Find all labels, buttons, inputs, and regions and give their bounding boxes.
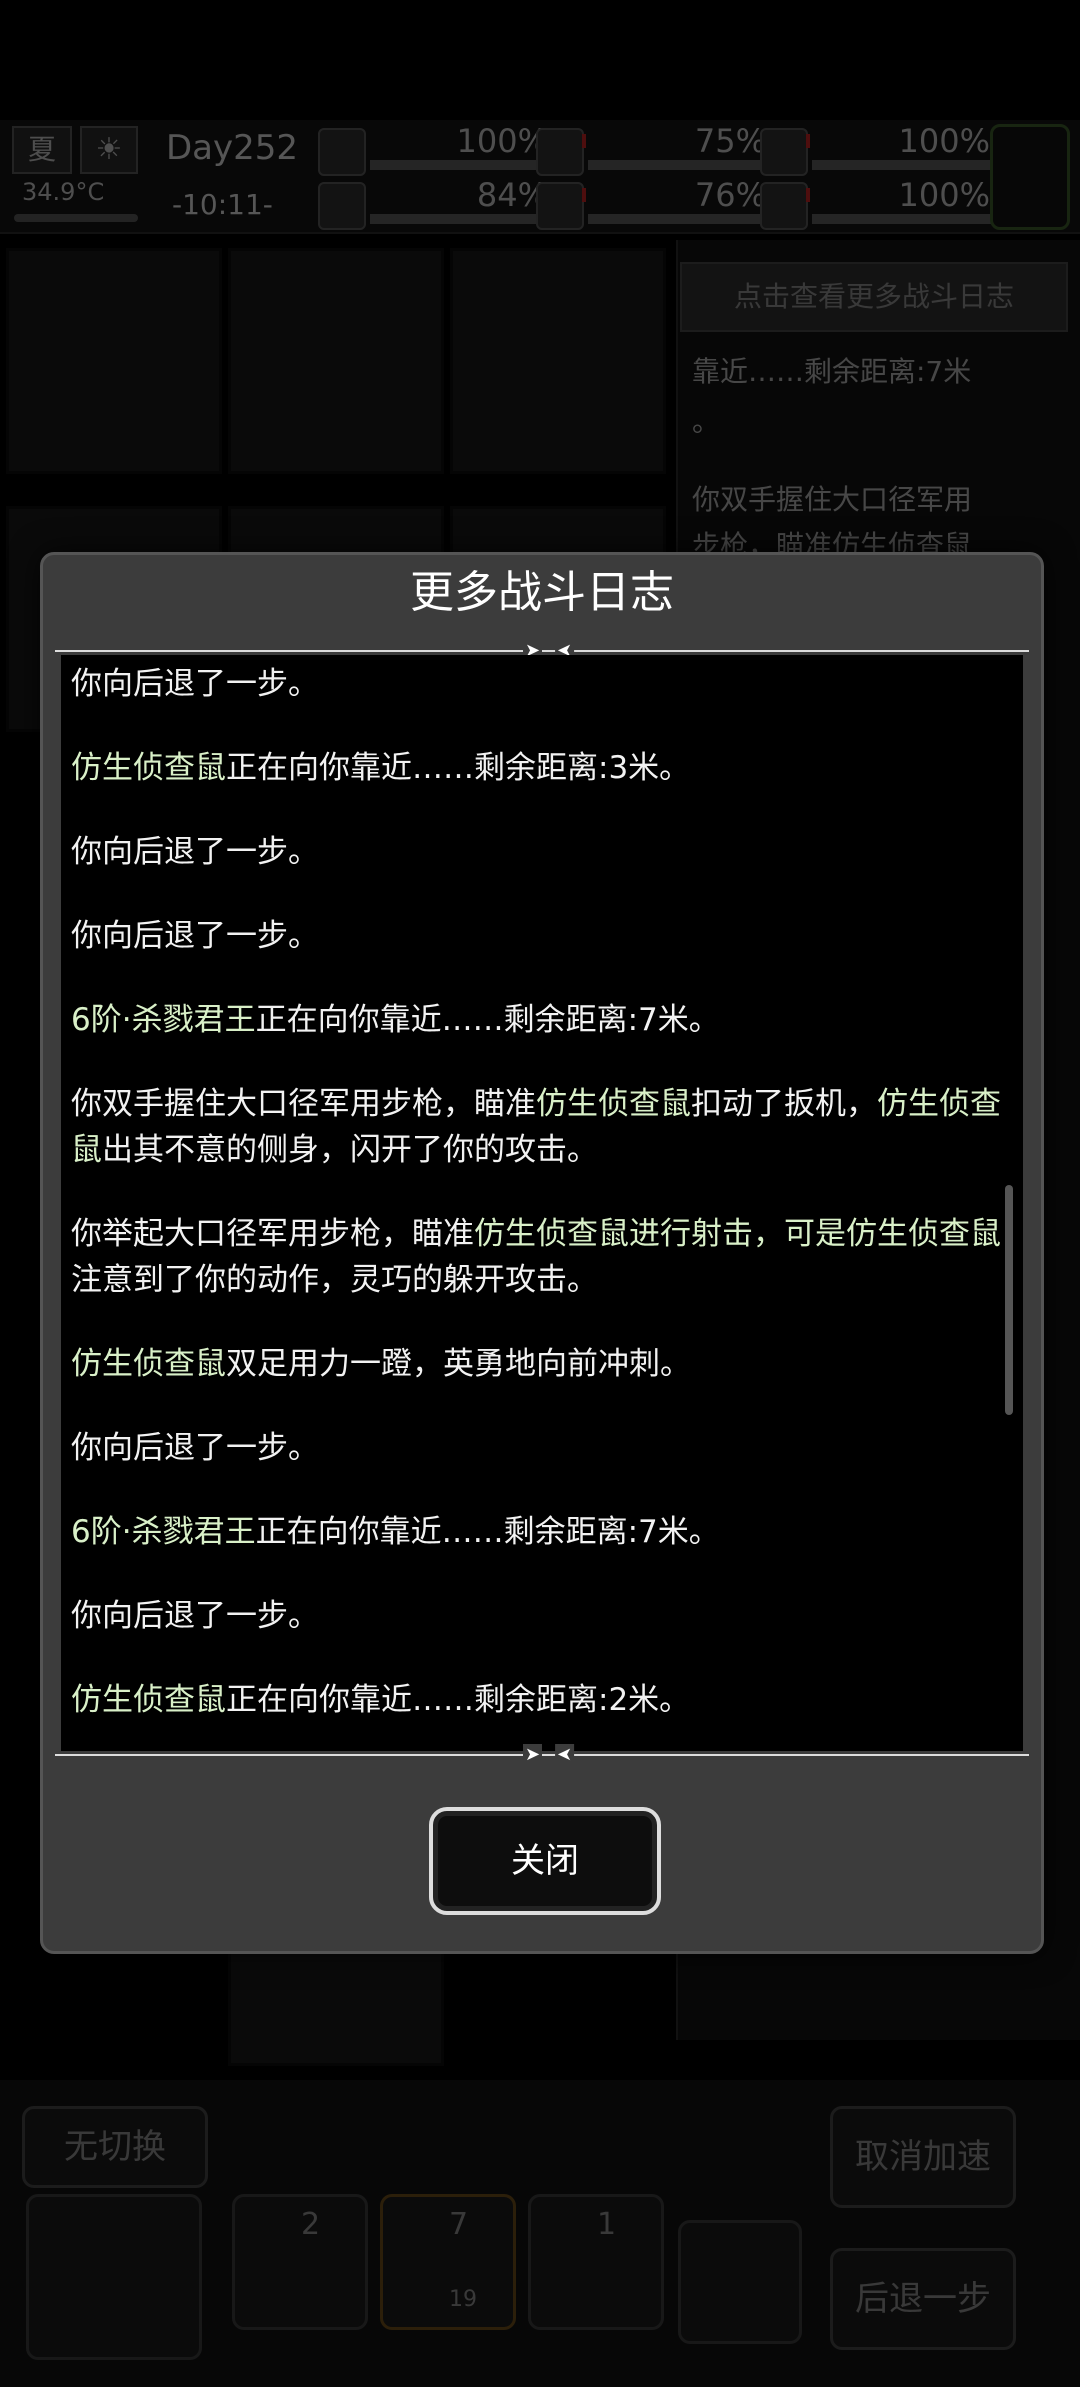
log-text: 双足用力一蹬，英勇地向前冲刺。 bbox=[226, 1346, 691, 1382]
log-entry: 你向后退了一步。 bbox=[71, 661, 1001, 707]
rifle-weapon-slot[interactable] bbox=[26, 2194, 202, 2360]
side-log-line: 靠近……剩余距离:7米 bbox=[692, 355, 972, 388]
claw-weapon-slot[interactable]: 1 bbox=[528, 2194, 664, 2330]
combat-log-list[interactable]: 你向后退了一步。 仿生侦查鼠正在向你靠近……剩余距离:3米。 你向后退了一步。 你向后… bbox=[61, 655, 1023, 1751]
side-log-line: 。 bbox=[692, 405, 721, 438]
enemy-name: 仿生侦查鼠 bbox=[71, 1682, 226, 1718]
bottom-divider: ➤ ➤ bbox=[55, 1744, 1029, 1765]
log-entry: 你向后退了一步。 bbox=[71, 1425, 1001, 1471]
no-switch-button[interactable]: 无切换 bbox=[22, 2106, 208, 2188]
log-entry: 仿生侦查鼠正在向你靠近……剩余距离:3米。 bbox=[71, 745, 1001, 791]
game-clock: -10:11- bbox=[172, 188, 273, 221]
enemy-name: 仿生侦查鼠 bbox=[474, 1216, 629, 1252]
medkit-icon bbox=[318, 128, 366, 176]
step-back-button[interactable]: 后退一步 bbox=[830, 2248, 1016, 2350]
enemy-name: 仿生侦查鼠 bbox=[71, 750, 226, 786]
log-text: 你向后退了一步。 bbox=[71, 1430, 319, 1466]
log-entry: 你双手握住大口径军用步枪，瞄准仿生侦查鼠扣动了扳机，仿生侦查鼠出其不意的侧身，闪… bbox=[71, 1081, 1001, 1173]
water-drop-icon bbox=[536, 182, 584, 230]
log-entry: 你举起大口径军用步枪，瞄准仿生侦查鼠进行射击，可是仿生侦查鼠注意到了你的动作，灵… bbox=[71, 1211, 1001, 1303]
stat-mood: 100% bbox=[760, 176, 1000, 232]
stat-medicine: 100% bbox=[760, 122, 1000, 178]
stomach-icon bbox=[536, 128, 584, 176]
grid-cell-enemy[interactable] bbox=[228, 248, 444, 474]
stat-hunger: 75% bbox=[536, 122, 776, 178]
enemy-name: 进行射击，可是仿生侦查鼠 bbox=[629, 1216, 1001, 1252]
season-indicator: 夏 bbox=[12, 126, 72, 174]
item-slot[interactable] bbox=[678, 2220, 802, 2344]
grid-cell[interactable] bbox=[6, 248, 222, 474]
stat-stamina: 84% bbox=[318, 176, 558, 232]
combat-log-content: 你向后退了一步。 仿生侦查鼠正在向你靠近……剩余距离:3米。 你向后退了一步。 你向后… bbox=[71, 655, 1001, 1751]
temperature-bar bbox=[14, 214, 138, 222]
log-scrollbar[interactable] bbox=[1005, 1185, 1013, 1415]
equipment-slot[interactable] bbox=[990, 124, 1070, 230]
log-entry: 仿生侦查鼠双足用力一蹬，英勇地向前冲刺。 bbox=[71, 1341, 1001, 1387]
enemy-name: 仿生侦查鼠 bbox=[71, 1346, 226, 1382]
log-text: 扣动了扳机， bbox=[691, 1086, 877, 1122]
day-counter: Day252 bbox=[166, 128, 299, 168]
enemy-name: 6阶·杀戮君王 bbox=[71, 1514, 256, 1550]
enemy-name: 6阶·杀戮君王 bbox=[71, 1002, 256, 1038]
leg-icon bbox=[318, 182, 366, 230]
log-text: 出其不意的侧身，闪开了你的攻击。 bbox=[102, 1132, 598, 1168]
log-entry: 6阶·杀戮君王正在向你靠近……剩余距离:7米。 bbox=[71, 1509, 1001, 1555]
sun-icon: ☀ bbox=[80, 126, 138, 174]
log-text: 正在向你靠近……剩余距离:2米。 bbox=[226, 1682, 691, 1718]
stat-thirst: 76% bbox=[536, 176, 776, 232]
action-bar: 无切换 取消加速 后退一步 2 7 19 1 bbox=[0, 2080, 1080, 2387]
combat-log-dialog: 更多战斗日志 ➤ ➤ 你向后退了一步。 仿生侦查鼠正在向你靠近……剩余距离:3米。… bbox=[40, 552, 1044, 1954]
log-text: 你向后退了一步。 bbox=[71, 666, 319, 702]
log-text: 你向后退了一步。 bbox=[71, 1598, 319, 1634]
view-more-log-button[interactable]: 点击查看更多战斗日志 bbox=[680, 262, 1068, 332]
knife-weapon-slot[interactable]: 2 bbox=[232, 2194, 368, 2330]
log-text: 你向后退了一步。 bbox=[71, 834, 319, 870]
log-entry: 仿生侦查鼠正在向你靠近……剩余距离:2米。 bbox=[71, 1677, 1001, 1723]
grid-cell[interactable] bbox=[450, 248, 666, 474]
log-entry: 你向后退了一步。 bbox=[71, 1593, 1001, 1639]
status-bar: 夏 ☀ 34.9°C Day252 -10:11- 100% 75% 100% … bbox=[0, 120, 1080, 234]
enemy-name: 仿生侦查鼠 bbox=[536, 1086, 691, 1122]
log-entry: 你向后退了一步。 bbox=[71, 829, 1001, 875]
arrow-left-icon: ➤ bbox=[555, 1744, 575, 1765]
log-text: 正在向你靠近……剩余距离:3米。 bbox=[226, 750, 691, 786]
stat-health: 100% bbox=[318, 122, 558, 178]
log-text: 注意到了你的动作，灵巧的躲开攻击。 bbox=[71, 1262, 598, 1298]
cancel-speedup-button[interactable]: 取消加速 bbox=[830, 2106, 1016, 2208]
close-button[interactable]: 关闭 bbox=[429, 1807, 661, 1915]
log-text: 你双手握住大口径军用步枪，瞄准 bbox=[71, 1086, 536, 1122]
log-entry: 6阶·杀戮君王正在向你靠近……剩余距离:7米。 bbox=[71, 997, 1001, 1043]
side-log-line: 你双手握住大口径军用 bbox=[692, 483, 973, 516]
pill-icon bbox=[760, 128, 808, 176]
log-text: 你向后退了一步。 bbox=[71, 918, 319, 954]
arrow-right-icon: ➤ bbox=[523, 1744, 543, 1765]
gun-weapon-slot[interactable]: 7 19 bbox=[380, 2194, 516, 2330]
log-entry: 你向后退了一步。 bbox=[71, 913, 1001, 959]
log-text: 正在向你靠近……剩余距离:7米。 bbox=[255, 1514, 720, 1550]
temperature-label: 34.9°C bbox=[22, 178, 105, 206]
heart-icon bbox=[760, 182, 808, 230]
log-text: 你举起大口径军用步枪，瞄准 bbox=[71, 1216, 474, 1252]
dialog-title: 更多战斗日志 bbox=[410, 567, 674, 618]
log-text: 正在向你靠近……剩余距离:7米。 bbox=[255, 1002, 720, 1038]
